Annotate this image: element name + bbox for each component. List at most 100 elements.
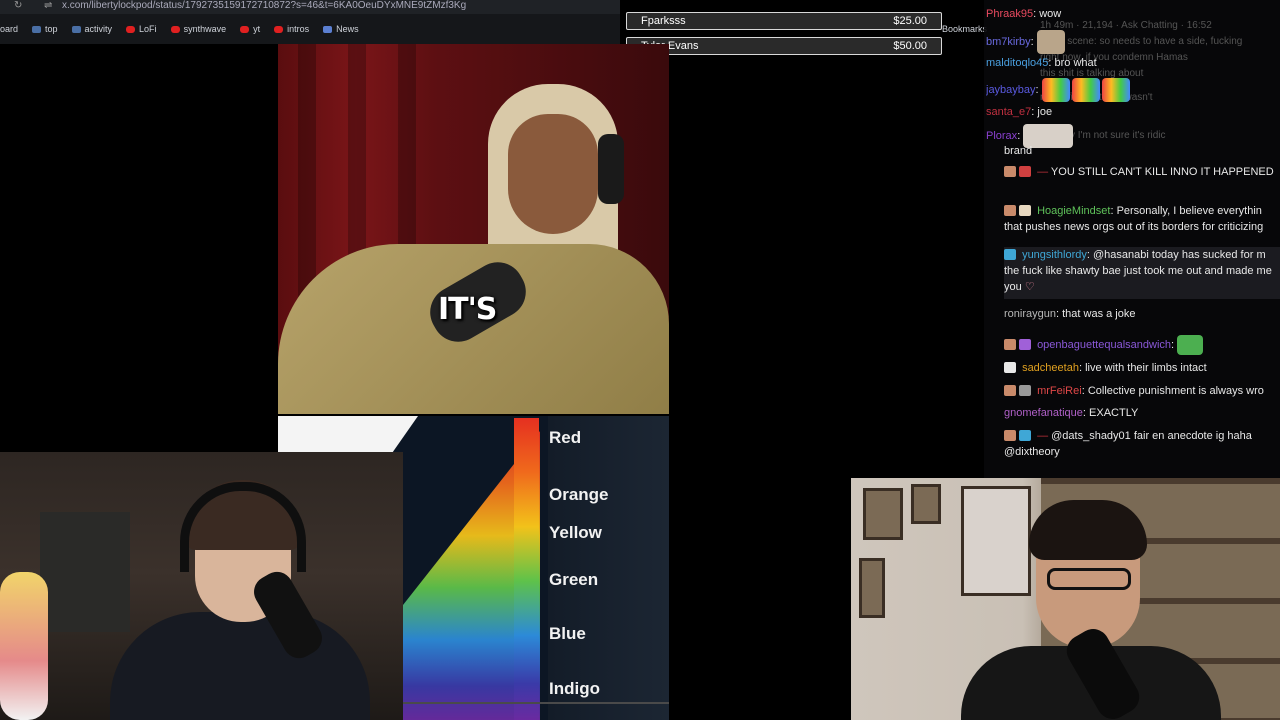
chat-username[interactable]: jaybaybay xyxy=(986,84,1036,96)
bookmark-item[interactable]: activity xyxy=(71,24,112,34)
bookmark-item[interactable]: synthwave xyxy=(170,24,226,34)
chat-message: yungsithlordy: @hasanabi today has sucke… xyxy=(1004,247,1280,299)
chat-username[interactable]: bm7kirby xyxy=(986,36,1031,48)
background-shelf xyxy=(40,512,130,632)
badge-icon xyxy=(1004,430,1016,441)
chat-text: wow xyxy=(1039,8,1062,20)
chat-message: — @dats_shady01 fair en anecdote ig haha… xyxy=(1004,428,1280,460)
streamer-body xyxy=(110,612,370,720)
wall-frame xyxy=(863,488,903,540)
chat-text: brand xyxy=(1004,145,1033,157)
color-label-orange: Orange xyxy=(549,485,609,504)
color-label-red: Red xyxy=(549,428,582,447)
wall-frame xyxy=(911,484,941,524)
badge-icon xyxy=(1019,339,1031,350)
emote-icon xyxy=(1036,30,1065,54)
rainbow-pepe-emote-icon xyxy=(1101,78,1130,102)
chat-text: YOU STILL CAN'T KILL INNO IT HAPPENED xyxy=(1050,166,1274,178)
speaker-badge-icon xyxy=(1004,362,1016,373)
chat-message: brand xyxy=(1004,143,1280,159)
bookmarks-overflow[interactable]: Bookmarks xyxy=(942,24,987,34)
chat-username[interactable]: mrFeiRei xyxy=(1037,385,1082,397)
rainbow-pepe-emote-icon xyxy=(1041,78,1070,102)
chat-username[interactable]: — xyxy=(1037,430,1048,442)
chat-text: live with their limbs intact xyxy=(1085,362,1207,374)
pepe-emote-icon xyxy=(1177,335,1204,356)
doc-icon xyxy=(32,25,42,33)
page-info-icon[interactable]: ⇌ xyxy=(44,0,52,11)
chat-message: santa_e7: joe xyxy=(986,106,1053,118)
chat-username[interactable]: Plorax xyxy=(986,130,1017,142)
doc-icon xyxy=(71,25,81,33)
bookmark-item[interactable]: intros xyxy=(274,24,309,34)
chat-username[interactable]: openbaguettequalsandwich xyxy=(1037,339,1171,351)
wall-frame xyxy=(859,558,885,618)
bookmarks-bar: oard top activity LoFi synthwave yt intr… xyxy=(0,14,620,44)
chat-message: mrFeiRei: Collective punishment is alway… xyxy=(1004,383,1280,399)
youtube-icon xyxy=(126,25,136,33)
browser-url-bar[interactable]: ↻ ⇌ x.com/libertylockpod/status/17927351… xyxy=(0,0,620,14)
youtube-icon xyxy=(170,25,180,33)
donation-row: Fparksss $25.00 xyxy=(626,12,942,30)
url-text[interactable]: x.com/libertylockpod/status/179273515917… xyxy=(62,0,466,11)
plush-toy xyxy=(0,572,48,720)
chat-text: EXACTLY xyxy=(1089,407,1139,419)
badge-icon xyxy=(1019,385,1031,396)
chat-username[interactable]: yungsithlordy xyxy=(1022,249,1087,261)
bookmark-item[interactable]: LoFi xyxy=(126,24,157,34)
chat-message: Phraak95: wow xyxy=(986,8,1062,20)
bookmark-item[interactable]: top xyxy=(32,24,58,34)
chat-message: jaybaybay: xyxy=(986,78,1262,102)
badge-icon xyxy=(1019,205,1031,216)
bookmark-item[interactable]: News xyxy=(323,24,359,34)
badge-icon xyxy=(1004,205,1016,216)
chat-username[interactable]: HoagieMindset xyxy=(1037,205,1110,217)
heart-icon: ♡ xyxy=(1024,281,1035,293)
reload-icon[interactable]: ↻ xyxy=(14,0,22,11)
chat-username[interactable]: gnomefanatique xyxy=(1004,407,1083,419)
headphones xyxy=(180,482,306,572)
video-clip[interactable]: IT'S xyxy=(278,44,669,414)
badge-icon xyxy=(1019,166,1031,177)
badge-icon xyxy=(1004,385,1016,396)
youtube-icon xyxy=(274,25,284,33)
chat-username[interactable]: roniraygun xyxy=(1004,308,1056,320)
donation-amount: $50.00 xyxy=(893,40,927,52)
color-label-green: Green xyxy=(549,570,599,589)
chat-username[interactable]: santa_e7 xyxy=(986,106,1031,118)
webcam-right xyxy=(851,478,1280,720)
chat-username[interactable]: sadcheetah xyxy=(1022,362,1079,374)
badge-icon xyxy=(1004,166,1016,177)
donation-amount: $25.00 xyxy=(893,15,927,27)
color-label-yellow: Yellow xyxy=(549,523,602,542)
headphones xyxy=(598,134,624,204)
chat-text: bro what xyxy=(1054,57,1097,69)
chat-message: HoagieMindset: Personally, I believe eve… xyxy=(1004,205,1264,233)
bookmark-item[interactable]: yt xyxy=(240,24,260,34)
chat-message: gnomefanatique: EXACTLY xyxy=(1004,407,1139,419)
wall-poster xyxy=(961,486,1031,596)
chat-text: that was a joke xyxy=(1062,308,1136,320)
donation-row: Tyler Evans $50.00 xyxy=(626,37,942,55)
video-progress-bar[interactable] xyxy=(402,702,669,704)
label-panel xyxy=(548,416,669,720)
chat-username[interactable]: — xyxy=(1037,166,1048,178)
chat-message: malditoqlo45: bro what xyxy=(986,57,1097,69)
video-caption: IT'S xyxy=(438,292,497,327)
donation-list: Fparksss $25.00 Tyler Evans $50.00 xyxy=(626,12,942,62)
chat-username[interactable]: malditoqlo45 xyxy=(986,57,1048,69)
chat-panel[interactable]: 1h 49m · 21,194 · Ask Chatting · 16:52 h… xyxy=(984,0,1280,478)
badge-icon xyxy=(1004,339,1016,350)
light-source xyxy=(278,416,418,456)
chat-text: Collective punishment is always wro xyxy=(1087,385,1264,397)
bookmark-item[interactable]: oard xyxy=(0,24,18,34)
face xyxy=(508,114,598,234)
chat-message: — YOU STILL CAN'T KILL INNO IT HAPPENED xyxy=(1004,164,1280,180)
color-label-indigo: Indigo xyxy=(549,679,600,698)
chat-message: sadcheetah: live with their limbs intact xyxy=(1004,360,1280,376)
news-icon xyxy=(323,25,333,33)
donor-name: Fparksss xyxy=(641,15,686,27)
chat-username[interactable]: Phraak95 xyxy=(986,8,1033,20)
chat-text: joe xyxy=(1037,106,1053,118)
youtube-icon xyxy=(240,25,250,33)
